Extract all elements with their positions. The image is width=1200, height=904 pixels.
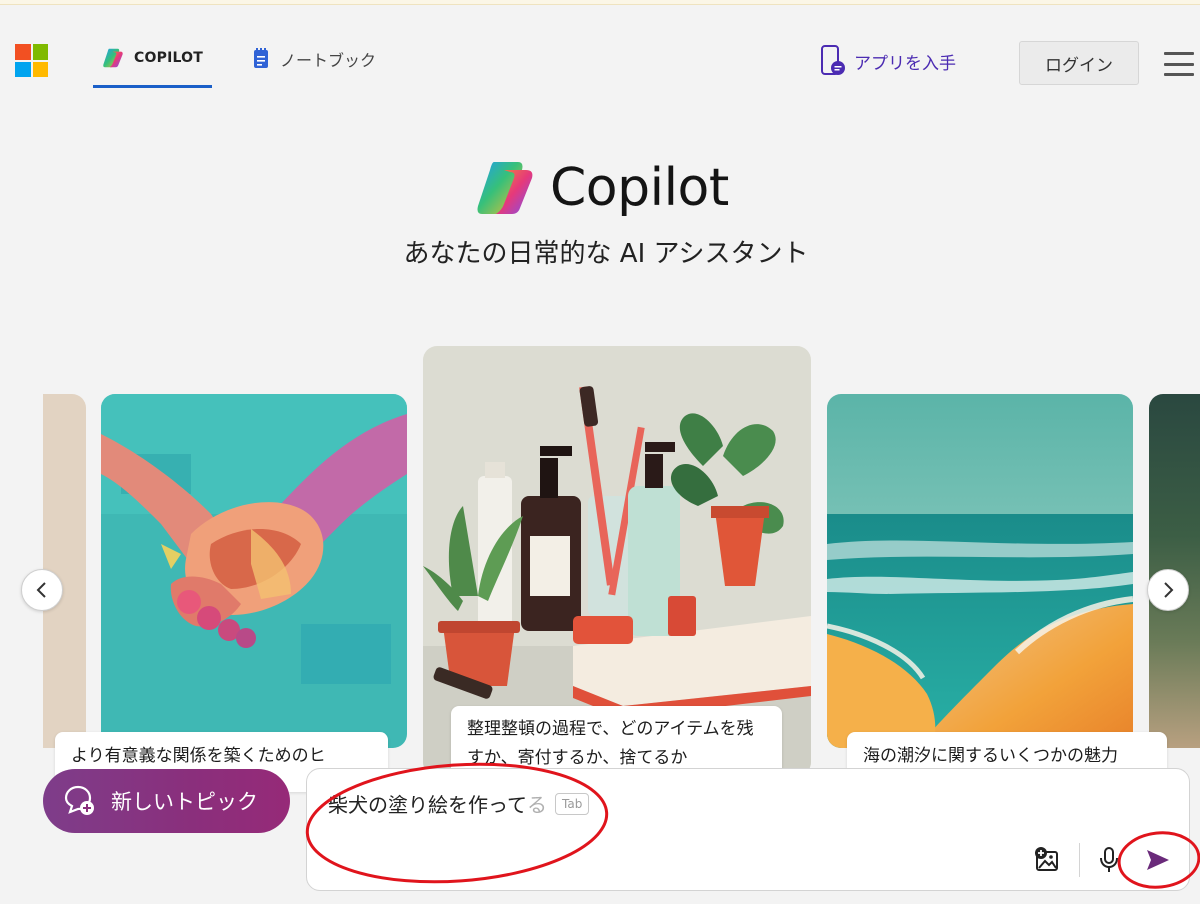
- chat-composer[interactable]: 柴犬の塗り絵を作ってる Tab: [306, 768, 1190, 891]
- carousel-prev-button[interactable]: [21, 569, 63, 611]
- chevron-left-icon: [36, 582, 46, 598]
- carousel-next-button[interactable]: [1147, 569, 1189, 611]
- hero-title: Copilot: [550, 158, 729, 218]
- tab-copilot-label: COPILOT: [134, 49, 203, 66]
- tab-notebook[interactable]: ノートブック: [252, 30, 376, 88]
- notebook-icon: [254, 48, 268, 68]
- new-chat-icon: [64, 785, 94, 815]
- new-topic-label: 新しいトピック: [111, 791, 258, 814]
- tab-copilot[interactable]: COPILOT: [93, 30, 212, 88]
- copilot-logo-icon: [477, 162, 533, 214]
- toolbar-divider: [1079, 843, 1080, 877]
- chevron-right-icon: [1164, 582, 1174, 598]
- tab-notebook-label: ノートブック: [280, 51, 377, 70]
- get-app-label: アプリを入手: [854, 53, 956, 74]
- mobile-app-icon: [821, 45, 845, 75]
- tab-key-hint: Tab: [555, 792, 590, 815]
- send-icon: [1147, 850, 1169, 870]
- microphone-icon: [1100, 847, 1118, 872]
- microsoft-logo-icon[interactable]: [15, 44, 48, 77]
- hamburger-menu-icon[interactable]: [1164, 52, 1194, 76]
- login-button[interactable]: ログイン: [1019, 41, 1139, 85]
- chat-input[interactable]: 柴犬の塗り絵を作ってる Tab: [328, 789, 848, 818]
- carousel-card-beach[interactable]: [827, 394, 1133, 748]
- hero-subtitle: あなたの日常的な AI アシスタント: [403, 239, 809, 269]
- new-topic-button[interactable]: 新しいトピック: [43, 769, 290, 833]
- copilot-logo-icon: [103, 48, 123, 67]
- image-upload-icon: [1035, 847, 1058, 871]
- chat-input-text: 柴犬の塗り絵を作って: [328, 793, 527, 817]
- image-upload-button[interactable]: [1030, 842, 1066, 878]
- browser-top-bar: [0, 0, 1200, 5]
- holding-hands-image: [101, 394, 407, 748]
- microphone-button[interactable]: [1091, 842, 1127, 878]
- autocomplete-suggestion: る: [527, 793, 547, 817]
- carousel-card-hands[interactable]: [101, 394, 407, 748]
- send-button[interactable]: [1140, 842, 1176, 878]
- get-app-link[interactable]: アプリを入手: [820, 45, 956, 77]
- beach-image: [827, 394, 1133, 748]
